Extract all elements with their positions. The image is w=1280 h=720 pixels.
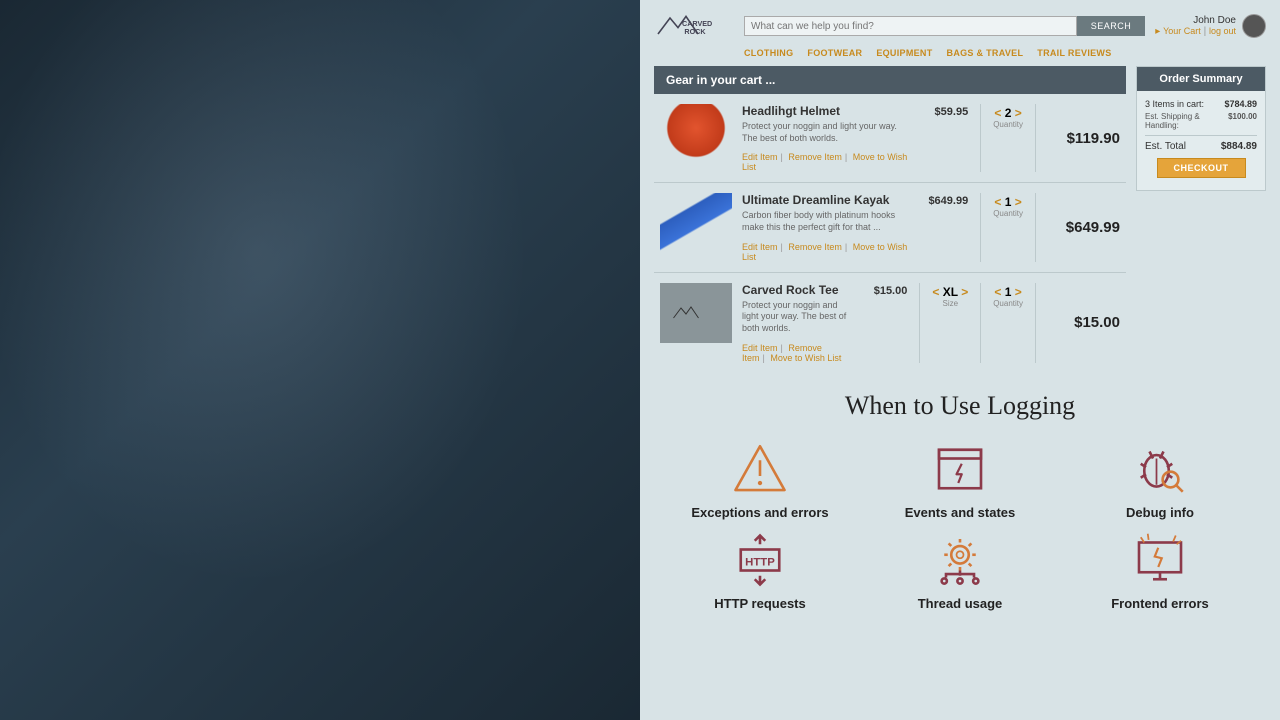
warning-icon	[730, 439, 790, 499]
cell-thread: Thread usage	[870, 530, 1050, 611]
unit-price: $649.99	[920, 193, 968, 261]
avatar[interactable]	[1242, 14, 1266, 38]
edit-item-link[interactable]: Edit Item	[742, 152, 778, 162]
total-value: $884.89	[1221, 141, 1257, 152]
cell-events: Events and states	[870, 439, 1050, 520]
cell-exceptions: Exceptions and errors	[670, 439, 850, 520]
product-desc: Protect your noggin and light your way. …	[742, 121, 910, 144]
slide-title: When to Use Logging	[670, 391, 1250, 421]
quantity-stepper[interactable]: < 1 > Quantity	[993, 195, 1023, 218]
search-button[interactable]: SEARCH	[1077, 16, 1146, 36]
bug-icon	[1130, 439, 1190, 499]
cart-item: Ultimate Dreamline Kayak Carbon fiber bo…	[654, 183, 1126, 272]
product-title[interactable]: Ultimate Dreamline Kayak	[742, 193, 910, 207]
logout-link[interactable]: log out	[1209, 26, 1236, 36]
cell-http: HTTP HTTP requests	[670, 530, 850, 611]
qty-decrease[interactable]: <	[994, 285, 1001, 299]
size-increase[interactable]: >	[961, 285, 968, 299]
event-icon	[930, 439, 990, 499]
unit-price: $15.00	[859, 283, 907, 363]
cell-debug: Debug info	[1070, 439, 1250, 520]
nav-equipment[interactable]: EQUIPMENT	[876, 48, 932, 58]
line-price: $119.90	[1048, 130, 1120, 147]
product-desc: Carbon fiber body with platinum hooks ma…	[742, 210, 910, 233]
edit-item-link[interactable]: Edit Item	[742, 343, 778, 353]
quantity-stepper[interactable]: < 1 > Quantity	[993, 285, 1023, 308]
svg-text:ROCK: ROCK	[684, 27, 706, 36]
remove-item-link[interactable]: Remove Item	[788, 152, 842, 162]
your-cart-link[interactable]: Your Cart	[1163, 26, 1201, 36]
cart-icon: ▸	[1155, 26, 1160, 37]
product-desc: Protect your noggin and light your way. …	[742, 300, 849, 335]
total-label: Est. Total	[1145, 141, 1186, 152]
quantity-stepper[interactable]: < 2 > Quantity	[993, 106, 1023, 129]
product-thumb[interactable]	[660, 283, 732, 343]
user-block: John Doe ▸ Your Cart | log out	[1155, 14, 1266, 38]
cart-item: Headlihgt Helmet Protect your noggin and…	[654, 94, 1126, 183]
cart-panel: Gear in your cart ... Headlihgt Helmet P…	[654, 66, 1126, 373]
http-icon: HTTP	[730, 530, 790, 590]
items-value: $784.89	[1224, 99, 1257, 109]
monitor-error-icon	[1130, 530, 1190, 590]
shipping-value: $100.00	[1228, 112, 1257, 130]
wishlist-link[interactable]: Move to Wish List	[770, 353, 841, 363]
product-thumb[interactable]	[660, 193, 732, 253]
nav-footwear[interactable]: FOOTWEAR	[807, 48, 862, 58]
product-title[interactable]: Carved Rock Tee	[742, 283, 849, 297]
store-panel: CARVEDROCK SEARCH John Doe ▸ Your Cart |…	[640, 0, 1280, 373]
search-input[interactable]	[744, 16, 1077, 36]
qty-increase[interactable]: >	[1015, 106, 1022, 120]
remove-item-link[interactable]: Remove Item	[788, 242, 842, 252]
summary-heading: Order Summary	[1137, 67, 1265, 91]
size-decrease[interactable]: <	[932, 285, 939, 299]
qty-decrease[interactable]: <	[994, 195, 1001, 209]
cart-heading: Gear in your cart ...	[654, 66, 1126, 94]
unit-price: $59.95	[920, 104, 968, 172]
nav-trail[interactable]: TRAIL REVIEWS	[1037, 48, 1111, 58]
checkout-button[interactable]: CHECKOUT	[1157, 158, 1246, 178]
edit-item-link[interactable]: Edit Item	[742, 242, 778, 252]
nav-clothing[interactable]: CLOTHING	[744, 48, 793, 58]
cell-frontend: Frontend errors	[1070, 530, 1250, 611]
hero-photo	[0, 0, 640, 720]
slide-panel: When to Use Logging Exceptions and error…	[640, 373, 1280, 720]
line-price: $15.00	[1048, 314, 1120, 331]
qty-decrease[interactable]: <	[994, 106, 1001, 120]
line-price: $649.99	[1048, 219, 1120, 236]
cart-item: Carved Rock Tee Protect your noggin and …	[654, 273, 1126, 373]
nav-bags[interactable]: BAGS & TRAVEL	[947, 48, 1024, 58]
qty-increase[interactable]: >	[1015, 195, 1022, 209]
items-label: 3 Items in cart:	[1145, 99, 1204, 109]
user-name: John Doe	[1193, 15, 1236, 26]
gear-icon	[930, 530, 990, 590]
brand-logo[interactable]: CARVEDROCK	[654, 8, 734, 44]
size-stepper[interactable]: < XL > Size	[932, 285, 968, 308]
svg-text:HTTP: HTTP	[745, 556, 775, 568]
order-summary: Order Summary 3 Items in cart: $784.89 Es…	[1136, 66, 1266, 191]
product-title[interactable]: Headlihgt Helmet	[742, 104, 910, 118]
main-nav: CLOTHING FOOTWEAR EQUIPMENT BAGS & TRAVE…	[744, 48, 1266, 58]
shipping-label: Est. Shipping & Handling:	[1145, 112, 1228, 130]
product-thumb[interactable]	[660, 104, 732, 164]
qty-increase[interactable]: >	[1015, 285, 1022, 299]
